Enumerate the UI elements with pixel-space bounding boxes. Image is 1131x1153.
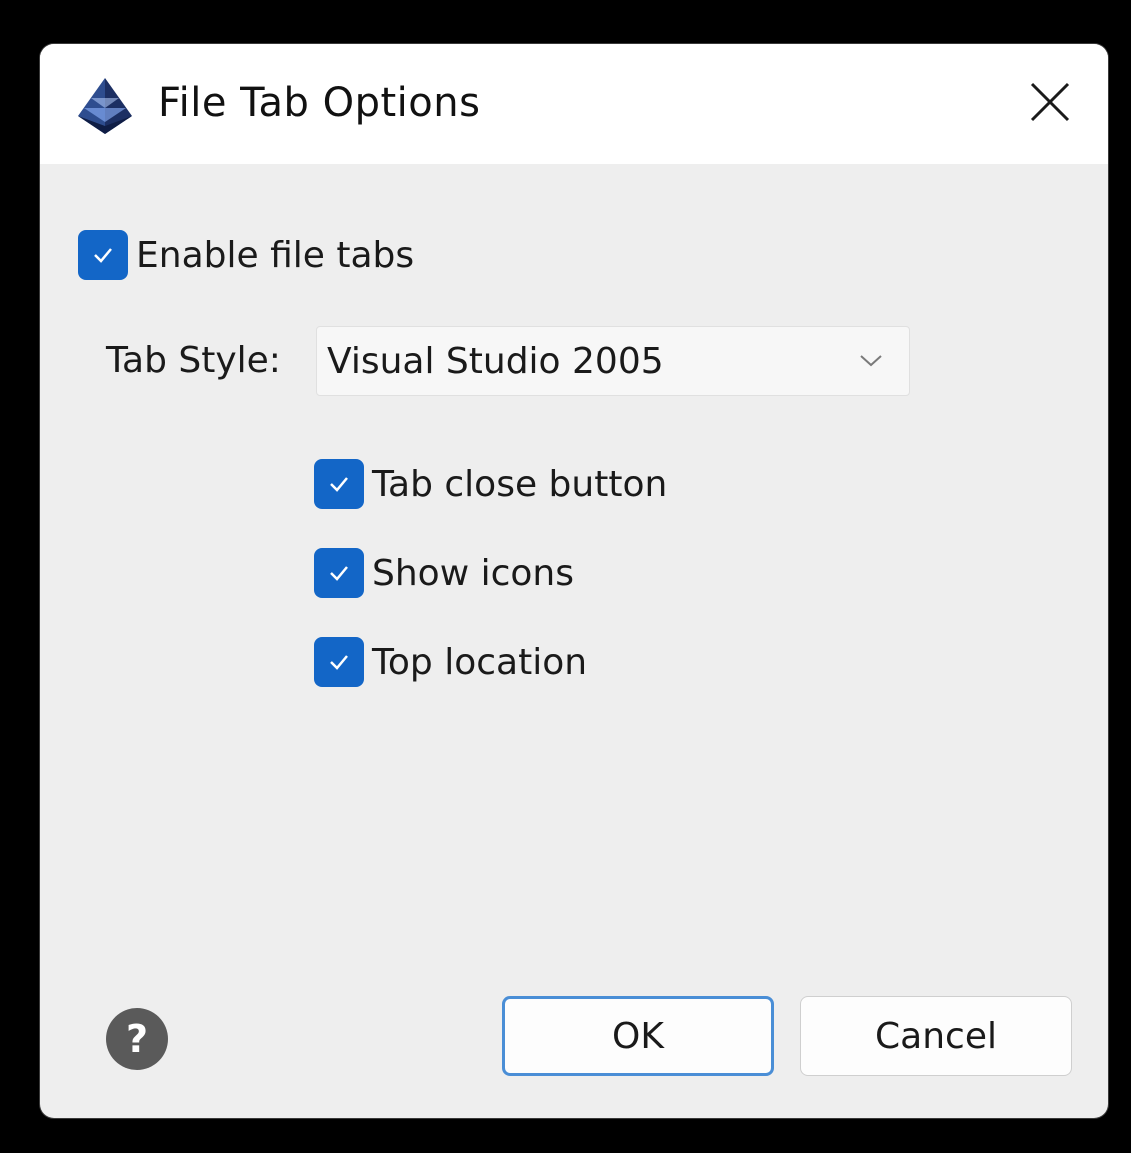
svg-text:?: ?	[126, 1017, 148, 1061]
tab-close-button-label: Tab close button	[372, 463, 668, 505]
top-location-check-box[interactable]	[314, 637, 364, 687]
tab-style-select[interactable]: Visual Studio 2005	[316, 326, 910, 396]
pyramid-app-icon	[74, 76, 136, 138]
tab-close-button-checkbox[interactable]: Tab close button	[314, 459, 667, 509]
cancel-button[interactable]: Cancel	[800, 996, 1072, 1076]
checkmark-icon	[94, 248, 112, 263]
tab-style-value: Visual Studio 2005	[327, 340, 664, 382]
dialog-title: File Tab Options	[158, 80, 481, 126]
close-icon	[1030, 82, 1070, 122]
chevron-down-icon	[851, 341, 891, 381]
tab-close-button-check-box[interactable]	[314, 459, 364, 509]
help-icon[interactable]: ?	[104, 1006, 170, 1072]
top-location-checkbox[interactable]: Top location	[314, 637, 587, 687]
enable-file-tabs-checkbox[interactable]: Enable file tabs	[78, 230, 414, 280]
ok-button[interactable]: OK	[502, 996, 774, 1076]
enable-file-tabs-label: Enable file tabs	[136, 234, 415, 276]
show-icons-checkbox[interactable]: Show icons	[314, 548, 574, 598]
close-button[interactable]	[1014, 66, 1086, 138]
title-bar: File Tab Options	[40, 44, 1108, 164]
enable-file-tabs-check-box[interactable]	[78, 230, 128, 280]
show-icons-label: Show icons	[372, 552, 574, 594]
file-tab-options-dialog: File Tab Options Enable file tabs Tab St…	[40, 44, 1108, 1118]
checkmark-icon	[330, 655, 348, 670]
top-location-label: Top location	[372, 641, 588, 683]
show-icons-check-box[interactable]	[314, 548, 364, 598]
checkmark-icon	[330, 566, 348, 581]
tab-style-label: Tab Style:	[106, 340, 281, 381]
checkmark-icon	[330, 477, 348, 492]
